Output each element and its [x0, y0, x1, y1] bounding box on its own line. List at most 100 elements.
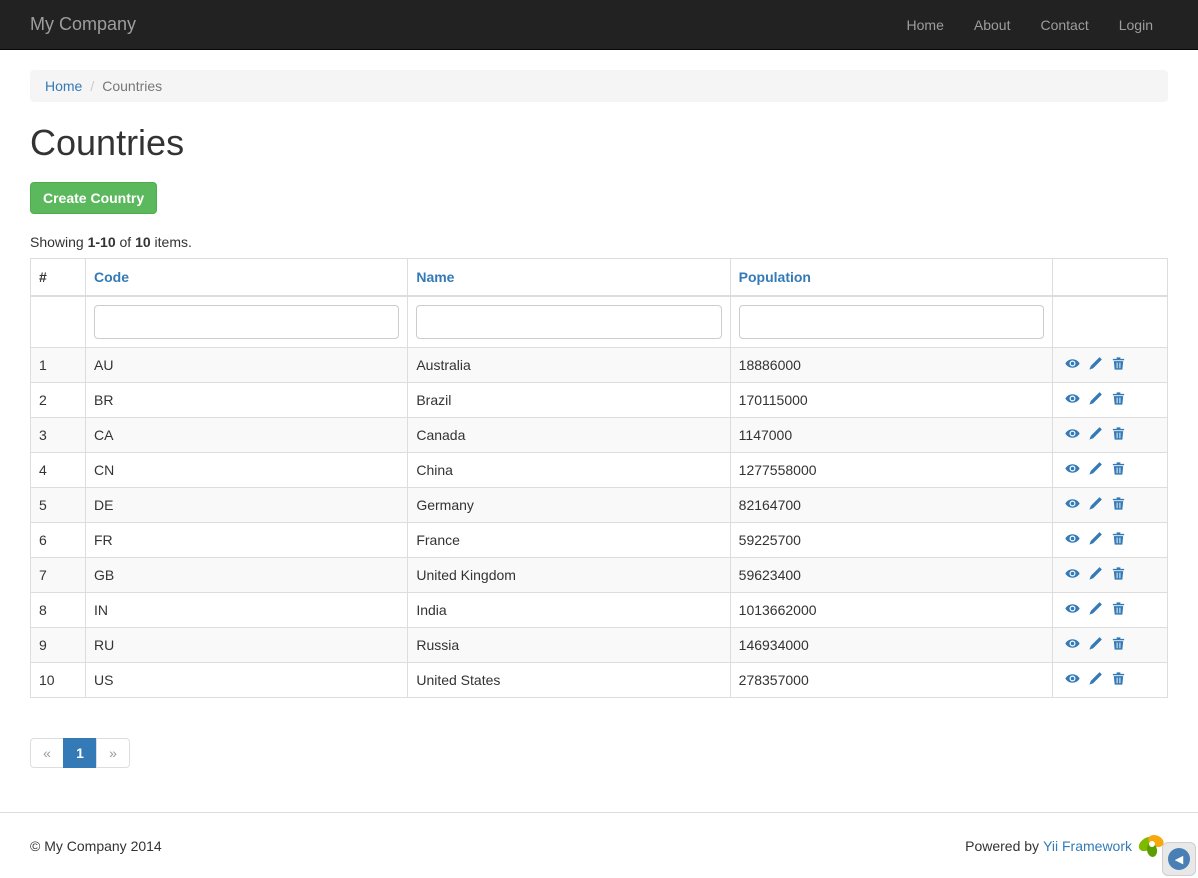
- footer-powered-by: Powered by: [965, 838, 1039, 854]
- table-header-row: # Code Name Population: [31, 259, 1168, 297]
- update-pencil-icon[interactable]: [1088, 461, 1103, 476]
- delete-trash-icon[interactable]: [1111, 356, 1126, 371]
- serial-cell: 7: [31, 558, 86, 593]
- pagination: « 1 »: [30, 738, 130, 768]
- view-eye-icon[interactable]: [1065, 636, 1080, 651]
- population-cell: 82164700: [730, 488, 1052, 523]
- corner-widget[interactable]: ◀: [1162, 842, 1196, 876]
- view-eye-icon[interactable]: [1065, 391, 1080, 406]
- header-serial: #: [31, 259, 86, 297]
- update-pencil-icon[interactable]: [1088, 636, 1103, 651]
- serial-cell: 5: [31, 488, 86, 523]
- population-cell: 170115000: [730, 383, 1052, 418]
- filter-serial-cell: [31, 296, 86, 348]
- name-cell: China: [408, 453, 730, 488]
- name-cell: United Kingdom: [408, 558, 730, 593]
- name-cell: Australia: [408, 348, 730, 383]
- table-row: 2BRBrazil170115000: [31, 383, 1168, 418]
- grid-summary: Showing 1-10 of 10 items.: [30, 234, 1168, 250]
- nav-item-login[interactable]: Login: [1104, 2, 1168, 48]
- serial-cell: 8: [31, 593, 86, 628]
- actions-cell: [1053, 348, 1168, 383]
- code-cell: RU: [86, 628, 408, 663]
- name-cell: Germany: [408, 488, 730, 523]
- code-cell: IN: [86, 593, 408, 628]
- pagination-prev-button[interactable]: «: [30, 738, 64, 768]
- main-content: Home / Countries Countries Create Countr…: [30, 50, 1168, 808]
- table-row: 8INIndia1013662000: [31, 593, 1168, 628]
- update-pencil-icon[interactable]: [1088, 566, 1103, 581]
- nav-item-about[interactable]: About: [959, 2, 1026, 48]
- update-pencil-icon[interactable]: [1088, 391, 1103, 406]
- actions-cell: [1053, 558, 1168, 593]
- sort-name-link[interactable]: Name: [416, 269, 454, 285]
- sort-code-link[interactable]: Code: [94, 269, 129, 285]
- delete-trash-icon[interactable]: [1111, 391, 1126, 406]
- actions-cell: [1053, 663, 1168, 698]
- yii-framework-link[interactable]: Yii Framework: [1043, 838, 1132, 854]
- actions-cell: [1053, 628, 1168, 663]
- population-cell: 1013662000: [730, 593, 1052, 628]
- delete-trash-icon[interactable]: [1111, 601, 1126, 616]
- delete-trash-icon[interactable]: [1111, 531, 1126, 546]
- delete-trash-icon[interactable]: [1111, 461, 1126, 476]
- delete-trash-icon[interactable]: [1111, 566, 1126, 581]
- actions-cell: [1053, 418, 1168, 453]
- view-eye-icon[interactable]: [1065, 461, 1080, 476]
- top-navbar: My Company Home About Contact Login: [0, 0, 1198, 50]
- breadcrumb-home-link[interactable]: Home: [45, 78, 82, 94]
- view-eye-icon[interactable]: [1065, 601, 1080, 616]
- code-cell: CN: [86, 453, 408, 488]
- delete-trash-icon[interactable]: [1111, 671, 1126, 686]
- footer-copyright: © My Company 2014: [30, 838, 162, 854]
- breadcrumb: Home / Countries: [30, 70, 1168, 102]
- footer: © My Company 2014 Powered by Yii Framewo…: [0, 812, 1198, 878]
- update-pencil-icon[interactable]: [1088, 356, 1103, 371]
- actions-cell: [1053, 488, 1168, 523]
- code-cell: DE: [86, 488, 408, 523]
- code-cell: US: [86, 663, 408, 698]
- table-row: 9RURussia146934000: [31, 628, 1168, 663]
- name-cell: Canada: [408, 418, 730, 453]
- sort-population-link[interactable]: Population: [739, 269, 811, 285]
- nav-item-contact[interactable]: Contact: [1025, 2, 1103, 48]
- pagination-next-button[interactable]: »: [96, 738, 130, 768]
- name-cell: Russia: [408, 628, 730, 663]
- table-row: 4CNChina1277558000: [31, 453, 1168, 488]
- update-pencil-icon[interactable]: [1088, 671, 1103, 686]
- summary-prefix: Showing: [30, 234, 88, 250]
- view-eye-icon[interactable]: [1065, 426, 1080, 441]
- brand-link[interactable]: My Company: [30, 14, 136, 35]
- table-body: 1AUAustralia188860002BRBrazil1701150003C…: [31, 348, 1168, 698]
- delete-trash-icon[interactable]: [1111, 496, 1126, 511]
- delete-trash-icon[interactable]: [1111, 636, 1126, 651]
- delete-trash-icon[interactable]: [1111, 426, 1126, 441]
- population-filter-input[interactable]: [739, 305, 1044, 339]
- view-eye-icon[interactable]: [1065, 496, 1080, 511]
- serial-cell: 10: [31, 663, 86, 698]
- view-eye-icon[interactable]: [1065, 356, 1080, 371]
- view-eye-icon[interactable]: [1065, 531, 1080, 546]
- population-cell: 1147000: [730, 418, 1052, 453]
- update-pencil-icon[interactable]: [1088, 531, 1103, 546]
- population-cell: 146934000: [730, 628, 1052, 663]
- pagination-page-1-button[interactable]: 1: [63, 738, 97, 768]
- actions-cell: [1053, 523, 1168, 558]
- update-pencil-icon[interactable]: [1088, 601, 1103, 616]
- code-filter-input[interactable]: [94, 305, 399, 339]
- nav-item-home[interactable]: Home: [892, 2, 959, 48]
- filter-row: [31, 296, 1168, 348]
- serial-cell: 6: [31, 523, 86, 558]
- filter-actions-cell: [1053, 296, 1168, 348]
- create-country-button[interactable]: Create Country: [30, 182, 157, 214]
- population-cell: 59225700: [730, 523, 1052, 558]
- code-cell: GB: [86, 558, 408, 593]
- name-filter-input[interactable]: [416, 305, 721, 339]
- code-cell: AU: [86, 348, 408, 383]
- update-pencil-icon[interactable]: [1088, 426, 1103, 441]
- view-eye-icon[interactable]: [1065, 566, 1080, 581]
- update-pencil-icon[interactable]: [1088, 496, 1103, 511]
- table-row: 1AUAustralia18886000: [31, 348, 1168, 383]
- view-eye-icon[interactable]: [1065, 671, 1080, 686]
- serial-cell: 4: [31, 453, 86, 488]
